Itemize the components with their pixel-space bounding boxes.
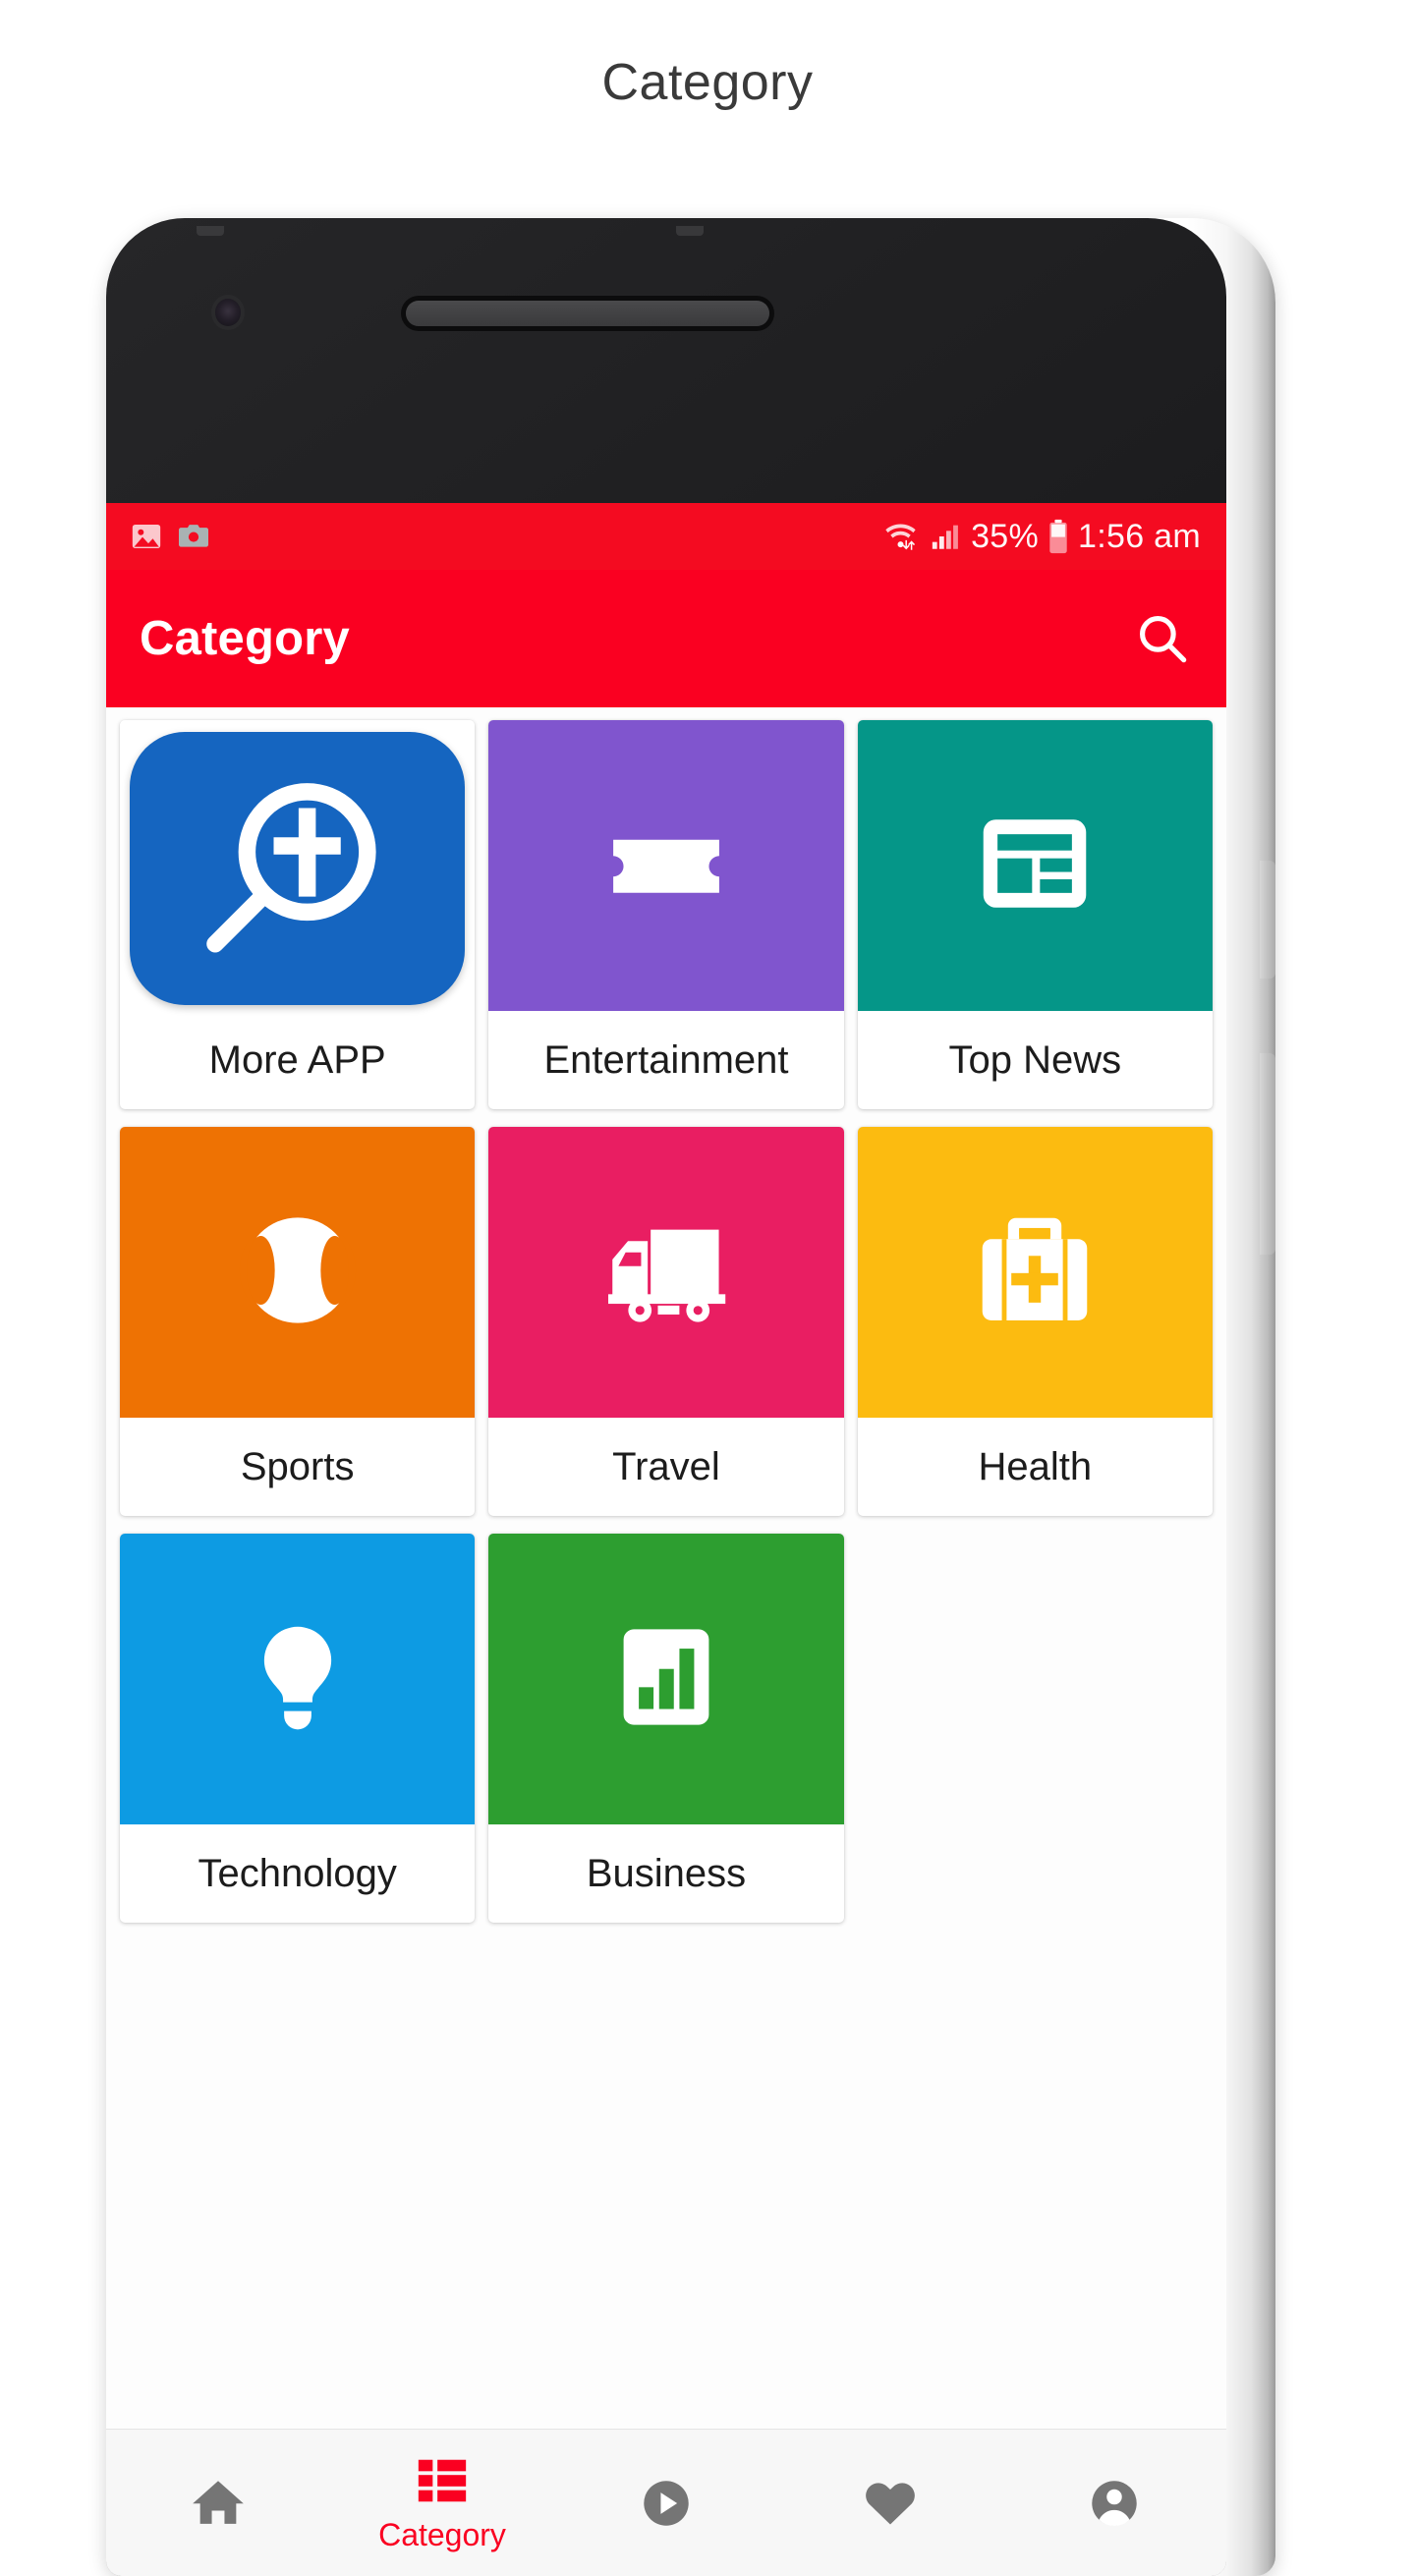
category-label: More APP bbox=[208, 1037, 386, 1082]
category-art bbox=[488, 1534, 844, 1824]
page-title: Category bbox=[601, 54, 814, 111]
category-grid: More APP Entertainment Top News Sports T… bbox=[120, 712, 1213, 1923]
power-button[interactable] bbox=[1260, 861, 1275, 979]
status-bar: 35% 1:56 am bbox=[106, 503, 1226, 570]
category-art bbox=[488, 720, 844, 1011]
account-icon bbox=[1086, 2475, 1143, 2532]
wifi-data-icon bbox=[882, 519, 922, 554]
category-card-business[interactable]: Business bbox=[488, 1534, 844, 1923]
category-art bbox=[857, 1127, 1213, 1418]
category-art bbox=[120, 720, 476, 1011]
category-card-health[interactable]: Health bbox=[857, 1127, 1213, 1516]
category-art bbox=[488, 1127, 844, 1418]
category-card-top-news[interactable]: Top News bbox=[857, 720, 1213, 1109]
phone-bezel: 35% 1:56 am Category More APP Entertainm… bbox=[106, 218, 1226, 2576]
phone-screen: 35% 1:56 am Category More APP Entertainm… bbox=[106, 503, 1226, 2576]
category-card-technology[interactable]: Technology bbox=[120, 1534, 476, 1923]
bottom-navigation: Category bbox=[106, 2429, 1226, 2576]
camera-icon bbox=[177, 520, 210, 553]
category-card-more-app[interactable]: More APP bbox=[120, 720, 476, 1109]
phone-mockup: 35% 1:56 am Category More APP Entertainm… bbox=[106, 218, 1315, 2576]
category-label: Top News bbox=[948, 1037, 1122, 1082]
category-content: More APP Entertainment Top News Sports T… bbox=[106, 707, 1226, 2429]
front-camera-icon bbox=[215, 299, 241, 326]
nav-item-category[interactable]: Category bbox=[330, 2452, 554, 2553]
category-label: Business bbox=[586, 1851, 747, 1895]
baseball-icon bbox=[229, 1202, 367, 1344]
category-card-entertainment[interactable]: Entertainment bbox=[488, 720, 844, 1109]
nav-label-category: Category bbox=[378, 2517, 506, 2552]
category-label: Health bbox=[978, 1444, 1093, 1488]
app-bar-title: Category bbox=[140, 612, 350, 665]
bar-chart-icon bbox=[605, 1616, 727, 1743]
play-circle-icon bbox=[638, 2475, 695, 2532]
bezel-notch-left bbox=[197, 226, 224, 236]
cellular-signal-icon bbox=[930, 520, 963, 553]
category-label: Entertainment bbox=[543, 1037, 789, 1082]
heart-icon bbox=[861, 2474, 920, 2533]
nav-item-account[interactable] bbox=[1002, 2475, 1226, 2532]
earpiece-speaker bbox=[406, 301, 769, 326]
nav-item-home[interactable] bbox=[106, 2473, 330, 2534]
category-label: Sports bbox=[240, 1444, 355, 1488]
category-art bbox=[857, 720, 1213, 1011]
category-art bbox=[120, 1534, 476, 1824]
volume-button[interactable] bbox=[1260, 1053, 1275, 1255]
image-icon bbox=[130, 520, 163, 553]
bezel-notch-right bbox=[676, 226, 704, 236]
truck-icon bbox=[594, 1199, 738, 1347]
nav-item-favorites[interactable] bbox=[778, 2474, 1002, 2533]
clock-label: 1:56 am bbox=[1078, 518, 1201, 555]
category-card-sports[interactable]: Sports bbox=[120, 1127, 476, 1516]
more-app-icon-bg bbox=[130, 732, 466, 1005]
status-bar-indicators: 35% 1:56 am bbox=[882, 519, 1201, 554]
newspaper-icon bbox=[972, 801, 1098, 931]
magnifier-cross-icon bbox=[195, 763, 401, 975]
medical-kit-icon bbox=[968, 1204, 1102, 1342]
ticket-icon bbox=[601, 799, 731, 933]
battery-icon bbox=[1047, 519, 1070, 554]
category-label: Technology bbox=[198, 1851, 397, 1895]
lightbulb-icon bbox=[235, 1614, 361, 1745]
home-icon bbox=[188, 2473, 249, 2534]
category-label: Travel bbox=[612, 1444, 720, 1488]
category-card-travel[interactable]: Travel bbox=[488, 1127, 844, 1516]
nav-item-videos[interactable] bbox=[554, 2475, 778, 2532]
search-icon[interactable] bbox=[1132, 608, 1193, 669]
category-art bbox=[120, 1127, 476, 1418]
status-bar-notifications bbox=[130, 520, 210, 553]
app-bar: Category bbox=[106, 570, 1226, 707]
battery-percent-label: 35% bbox=[971, 518, 1040, 555]
category-icon bbox=[414, 2452, 471, 2509]
